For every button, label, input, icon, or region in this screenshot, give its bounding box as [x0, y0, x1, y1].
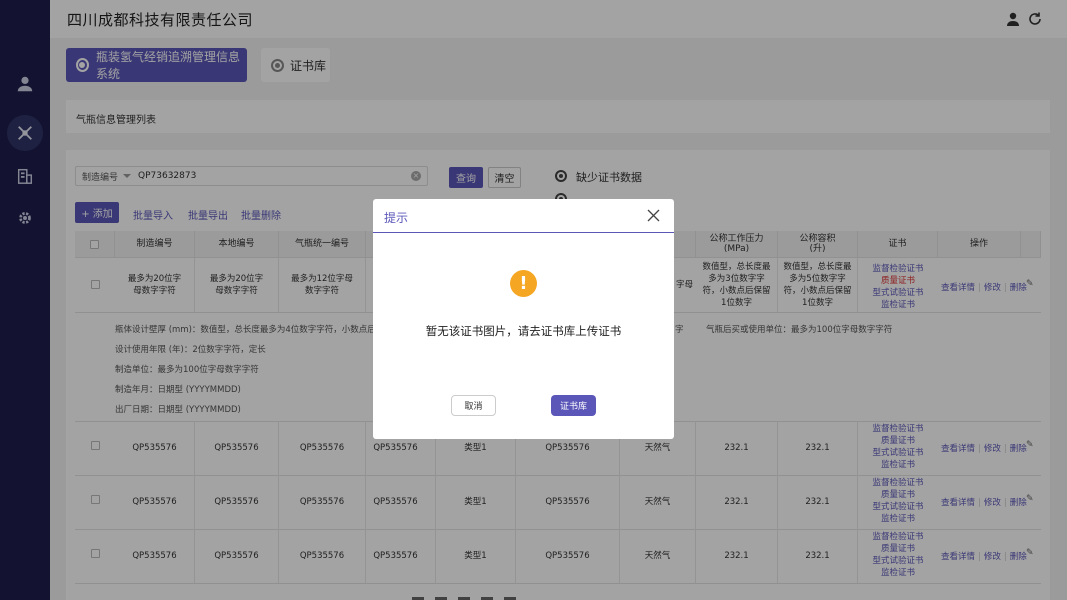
close-icon[interactable] — [647, 209, 660, 222]
tip-dialog: 提示 ! 暂无该证书图片，请去证书库上传证书 取消 证书库 — [373, 199, 674, 439]
warning-icon: ! — [510, 270, 537, 297]
cancel-button[interactable]: 取消 — [451, 395, 496, 416]
dialog-title: 提示 — [384, 211, 409, 225]
certificate-library-button[interactable]: 证书库 — [551, 395, 596, 416]
dialog-message: 暂无该证书图片，请去证书库上传证书 — [425, 324, 622, 338]
dialog-divider — [373, 232, 674, 233]
